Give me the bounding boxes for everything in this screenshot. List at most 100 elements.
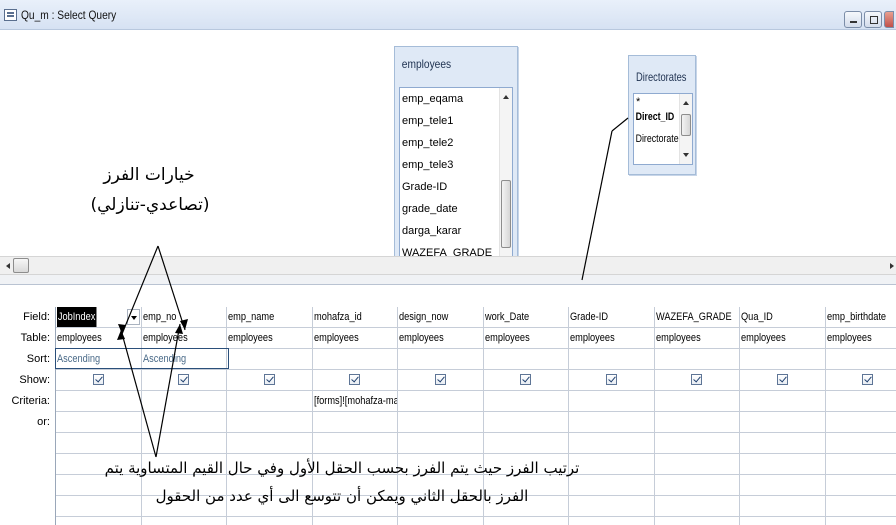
criteria-cell[interactable] <box>398 391 483 412</box>
sort-cell[interactable] <box>569 349 654 370</box>
field-item[interactable]: Grade-ID <box>400 176 512 198</box>
criteria-cell[interactable] <box>56 391 141 412</box>
field-item[interactable]: darga_karar <box>400 220 512 242</box>
or-cell[interactable] <box>483 412 568 433</box>
or-cell[interactable] <box>569 412 654 433</box>
or-cell[interactable] <box>825 412 896 433</box>
table-title[interactable]: employees <box>395 47 499 75</box>
scroll-thumb[interactable] <box>13 258 29 273</box>
minimize-button[interactable] <box>844 11 862 28</box>
restore-button[interactable] <box>864 11 882 28</box>
show-cell[interactable] <box>740 370 825 391</box>
sort-cell[interactable] <box>825 349 896 370</box>
show-cell[interactable] <box>398 370 483 391</box>
sort-cell[interactable] <box>398 349 483 370</box>
grid-column[interactable]: emp_birthdate employees <box>825 307 896 525</box>
scroll-left-icon[interactable] <box>6 263 10 269</box>
table-cell[interactable]: employees <box>569 328 654 349</box>
empty-cell[interactable] <box>825 496 896 517</box>
show-checkbox[interactable] <box>434 374 446 385</box>
show-cell[interactable] <box>483 370 568 391</box>
or-cell[interactable] <box>56 412 141 433</box>
show-checkbox[interactable] <box>776 374 788 385</box>
table-cell[interactable]: employees <box>825 328 896 349</box>
field-cell[interactable]: mohafza_id <box>312 307 397 328</box>
field-cell[interactable]: Grade-ID <box>569 307 654 328</box>
show-cell[interactable] <box>56 370 141 391</box>
table-pane[interactable]: employees emp_eqama emp_tele1 emp_tele2 … <box>0 31 896 256</box>
scroll-up-icon[interactable] <box>503 95 509 99</box>
criteria-cell[interactable] <box>227 391 312 412</box>
or-cell[interactable] <box>654 412 739 433</box>
sort-cell[interactable] <box>312 349 397 370</box>
empty-cell[interactable] <box>312 433 397 454</box>
close-button[interactable] <box>884 11 894 28</box>
empty-cell[interactable] <box>56 433 141 454</box>
table-cell[interactable]: employees <box>654 328 739 349</box>
empty-cell[interactable] <box>825 433 896 454</box>
field-list-scrollbar[interactable] <box>499 88 512 256</box>
grid-column[interactable]: Qua_ID employees <box>740 307 826 525</box>
table-cell[interactable]: employees <box>141 328 226 349</box>
field-item[interactable]: emp_eqama <box>400 88 512 110</box>
show-cell[interactable] <box>312 370 397 391</box>
field-dropdown-icon[interactable] <box>126 309 140 325</box>
empty-cell[interactable] <box>227 433 312 454</box>
sort-cell[interactable]: Ascending <box>141 349 226 370</box>
show-cell[interactable] <box>654 370 739 391</box>
table-cell[interactable]: employees <box>398 328 483 349</box>
table-title[interactable]: Directorates <box>629 56 686 90</box>
show-checkbox[interactable] <box>520 374 532 385</box>
criteria-cell[interactable] <box>740 391 825 412</box>
grid-column[interactable]: WAZEFA_GRADE employees <box>654 307 740 525</box>
show-checkbox[interactable] <box>92 374 104 385</box>
field-item[interactable]: WAZEFA_GRADE <box>400 242 512 256</box>
show-cell[interactable] <box>141 370 226 391</box>
empty-cell[interactable] <box>825 454 896 475</box>
empty-cell[interactable] <box>654 433 739 454</box>
or-cell[interactable] <box>227 412 312 433</box>
table-pane-hscrollbar[interactable] <box>0 256 896 275</box>
empty-cell[interactable] <box>740 454 825 475</box>
table-cell[interactable]: employees <box>740 328 825 349</box>
empty-cell[interactable] <box>654 454 739 475</box>
field-item[interactable]: emp_tele1 <box>400 110 512 132</box>
empty-cell[interactable] <box>569 433 654 454</box>
window-titlebar[interactable]: Qu_m : Select Query <box>0 0 896 30</box>
show-cell[interactable] <box>825 370 896 391</box>
scroll-right-icon[interactable] <box>890 263 894 269</box>
field-list[interactable]: emp_eqama emp_tele1 emp_tele2 emp_tele3 … <box>399 87 513 256</box>
field-list[interactable]: * Direct_ID Directorate <box>633 93 693 165</box>
empty-cell[interactable] <box>740 433 825 454</box>
field-cell[interactable]: work_Date <box>483 307 568 328</box>
field-item-primary-key[interactable]: Direct_ID <box>634 106 680 128</box>
field-cell[interactable]: WAZEFA_GRADE <box>654 307 739 328</box>
show-checkbox[interactable] <box>862 374 874 385</box>
empty-cell[interactable] <box>740 496 825 517</box>
field-cell[interactable]: Qua_ID <box>740 307 825 328</box>
show-cell[interactable] <box>227 370 312 391</box>
criteria-cell[interactable]: [forms]![mohafza-main] <box>312 391 397 412</box>
field-cell[interactable]: emp_birthdate <box>825 307 896 328</box>
field-cell[interactable]: emp_no <box>141 307 226 328</box>
field-cell[interactable]: emp_name <box>227 307 312 328</box>
scroll-thumb[interactable] <box>681 114 691 136</box>
field-list-scrollbar[interactable] <box>679 94 692 164</box>
empty-cell[interactable] <box>654 496 739 517</box>
criteria-cell[interactable] <box>569 391 654 412</box>
criteria-cell[interactable] <box>141 391 226 412</box>
or-cell[interactable] <box>141 412 226 433</box>
field-cell[interactable]: design_now <box>398 307 483 328</box>
field-item[interactable]: emp_tele3 <box>400 154 512 176</box>
empty-cell[interactable] <box>483 433 568 454</box>
or-cell[interactable] <box>398 412 483 433</box>
sort-cell[interactable]: Ascending <box>56 349 141 370</box>
empty-cell[interactable] <box>398 433 483 454</box>
empty-cell[interactable] <box>740 475 825 496</box>
show-checkbox[interactable] <box>691 374 703 385</box>
employees-table-box[interactable]: employees emp_eqama emp_tele1 emp_tele2 … <box>394 46 518 256</box>
or-cell[interactable] <box>312 412 397 433</box>
field-cell[interactable]: JobIndex <box>56 307 141 328</box>
show-checkbox[interactable] <box>263 374 275 385</box>
criteria-cell[interactable] <box>483 391 568 412</box>
